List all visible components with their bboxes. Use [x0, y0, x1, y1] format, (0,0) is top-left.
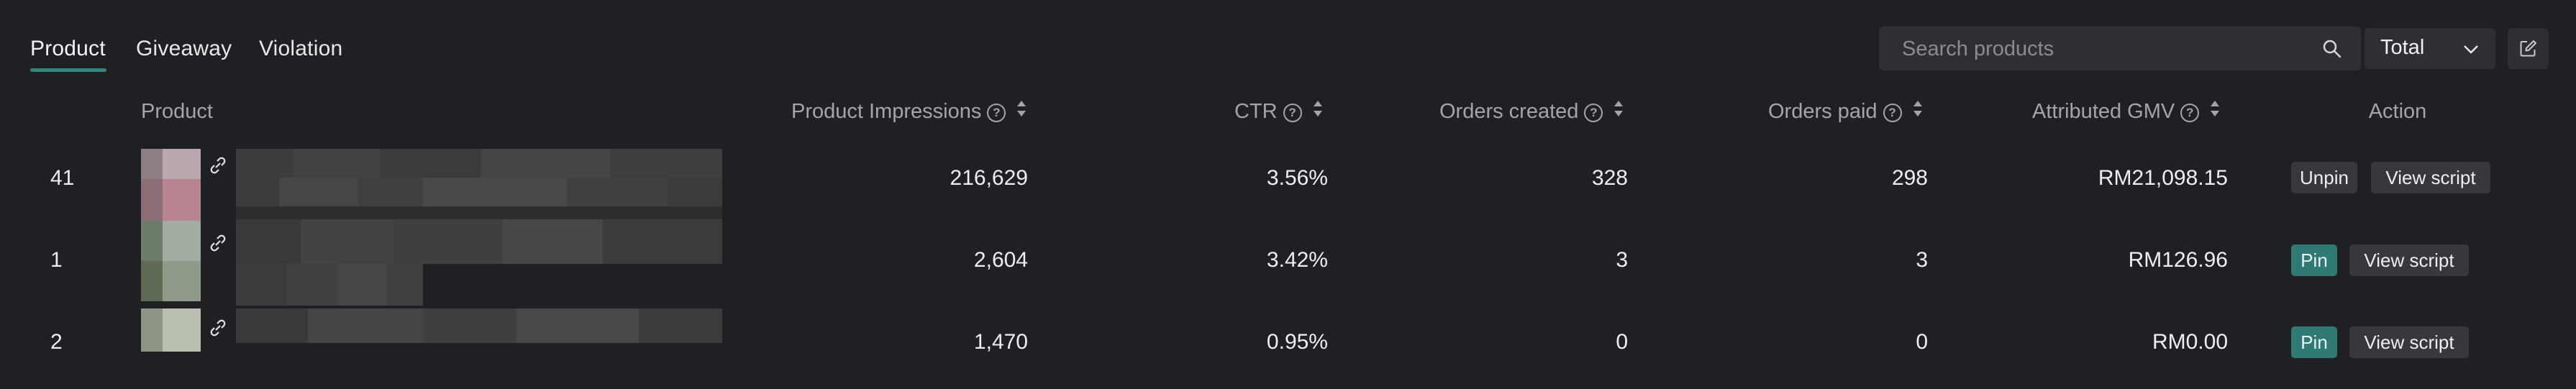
gmv-value: RM21,098.15: [2098, 166, 2228, 190]
active-tab-indicator: [30, 68, 106, 72]
impressions-value: 1,470: [973, 330, 1028, 354]
orders-paid-value: 3: [1916, 248, 1928, 272]
view-script-button[interactable]: View script: [2349, 244, 2469, 276]
sort-icon[interactable]: [2209, 98, 2221, 119]
column-header-orders-created[interactable]: Orders created?: [1439, 97, 1624, 126]
link-icon[interactable]: [209, 234, 227, 252]
help-icon[interactable]: ?: [1584, 104, 1603, 122]
search-input[interactable]: [1901, 27, 2306, 72]
column-header-product: Product: [141, 100, 213, 123]
column-label: Product Impressions: [791, 100, 982, 123]
column-label: Orders paid: [1768, 100, 1878, 123]
sort-icon[interactable]: [1312, 98, 1324, 119]
ctr-value: 3.56%: [1266, 166, 1328, 190]
pin-button[interactable]: Pin: [2291, 326, 2337, 358]
link-icon[interactable]: [209, 156, 227, 175]
orders-created-value: 328: [1591, 166, 1628, 190]
product-thumbnail[interactable]: [141, 221, 201, 301]
impressions-value: 2,604: [973, 248, 1028, 272]
select-value: Total: [2380, 36, 2425, 59]
edit-icon: [2520, 40, 2536, 57]
table-row[interactable]: 1 2,604 3.42% 3 3 RM126.96 Pin View scri…: [0, 219, 2576, 306]
sort-icon[interactable]: [1016, 98, 1027, 119]
pin-button[interactable]: Pin: [2291, 244, 2337, 276]
search-box: [1879, 27, 2361, 72]
tab-giveaway[interactable]: Giveaway: [136, 35, 232, 63]
help-icon[interactable]: ?: [1283, 104, 1302, 122]
ctr-value: 0.95%: [1266, 330, 1328, 354]
column-label: CTR: [1234, 100, 1278, 123]
sort-icon[interactable]: [1912, 98, 1924, 119]
column-header-action: Action: [2368, 100, 2427, 123]
link-icon[interactable]: [209, 319, 227, 337]
table-row[interactable]: 41 216,629 3.56% 328 298 RM21,098.15 Unp…: [0, 137, 2576, 229]
help-icon[interactable]: ?: [987, 104, 1006, 122]
edit-columns-button[interactable]: [2508, 28, 2549, 69]
table-row[interactable]: 2 1,470 0.95% 0 0 RM0.00 Pin View script: [0, 301, 2576, 383]
orders-paid-value: 298: [1891, 166, 1928, 190]
product-thumbnail[interactable]: [141, 308, 201, 389]
product-name-redacted: [236, 149, 722, 229]
orders-created-value: 0: [1616, 330, 1628, 354]
orders-created-value: 3: [1616, 248, 1628, 272]
product-name-redacted: [236, 219, 722, 306]
orders-paid-value: 0: [1916, 330, 1928, 354]
tab-violation[interactable]: Violation: [259, 35, 342, 63]
gmv-value: RM126.96: [2128, 248, 2228, 272]
view-script-button[interactable]: View script: [2349, 326, 2469, 358]
ctr-value: 3.42%: [1266, 248, 1328, 272]
product-name-redacted: [236, 308, 722, 343]
help-icon[interactable]: ?: [1883, 104, 1902, 122]
view-script-button[interactable]: View script: [2371, 162, 2490, 193]
column-header-orders-paid[interactable]: Orders paid?: [1768, 97, 1924, 126]
row-rank: 2: [50, 330, 63, 354]
metric-period-select[interactable]: Total: [2365, 28, 2495, 69]
column-header-impressions[interactable]: Product Impressions?: [791, 97, 1027, 126]
tab-product[interactable]: Product: [30, 35, 106, 63]
row-rank: 41: [50, 166, 75, 190]
column-header-gmv[interactable]: Attributed GMV?: [2032, 97, 2221, 126]
row-rank: 1: [50, 248, 63, 272]
search-icon[interactable]: [2322, 39, 2342, 59]
sort-icon[interactable]: [1613, 98, 1624, 119]
gmv-value: RM0.00: [2152, 330, 2228, 354]
column-header-ctr[interactable]: CTR?: [1234, 97, 1324, 126]
column-label: Orders created: [1439, 100, 1579, 123]
column-label: Attributed GMV: [2032, 100, 2175, 123]
chevron-down-icon: [2464, 45, 2478, 54]
toolbar: Product Giveaway Violation Total: [0, 0, 2576, 79]
unpin-button[interactable]: Unpin: [2291, 162, 2357, 193]
impressions-value: 216,629: [950, 166, 1028, 190]
product-thumbnail[interactable]: [141, 149, 201, 229]
help-icon[interactable]: ?: [2180, 104, 2200, 122]
